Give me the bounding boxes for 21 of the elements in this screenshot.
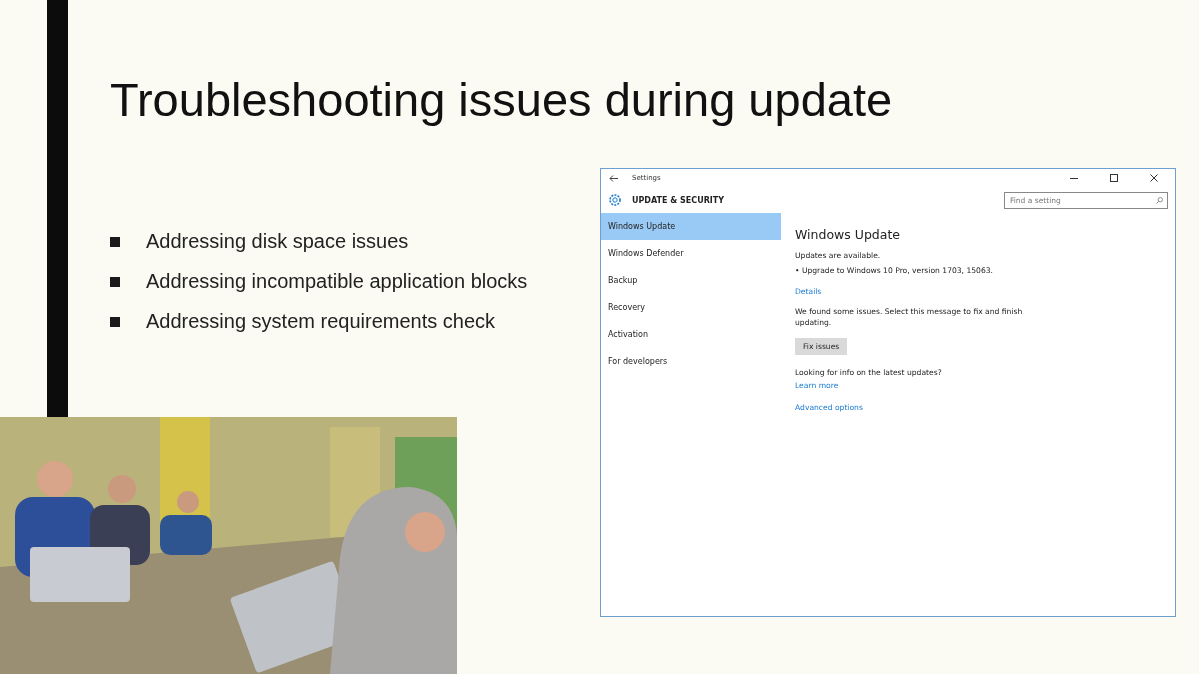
nav-item[interactable]: Windows Defender bbox=[601, 240, 781, 267]
back-icon[interactable] bbox=[609, 174, 618, 182]
bullet-text: Addressing incompatible application blocks bbox=[146, 270, 528, 293]
minimize-icon[interactable] bbox=[1070, 177, 1078, 179]
close-icon[interactable] bbox=[1150, 174, 1158, 182]
bullet-icon bbox=[110, 316, 120, 327]
gear-icon bbox=[608, 193, 622, 207]
nav-item[interactable]: Recovery bbox=[601, 294, 781, 321]
bullet-text: Addressing disk space issues bbox=[146, 230, 409, 253]
nav-item[interactable]: Backup bbox=[601, 267, 781, 294]
nav-item[interactable]: Activation bbox=[601, 321, 781, 348]
bullet-icon bbox=[110, 236, 120, 247]
section-title: UPDATE & SECURITY bbox=[632, 195, 725, 205]
nav-item[interactable]: Windows Update bbox=[601, 213, 781, 240]
search-icon bbox=[1156, 196, 1163, 204]
page-heading: Windows Update bbox=[795, 227, 901, 242]
bullet-icon bbox=[110, 276, 120, 287]
maximize-icon[interactable] bbox=[1110, 174, 1118, 182]
bullet-text: Addressing system requirements check bbox=[146, 310, 496, 333]
nav-item[interactable]: For developers bbox=[601, 348, 781, 375]
slide-title: Troubleshooting issues during update bbox=[110, 72, 894, 128]
